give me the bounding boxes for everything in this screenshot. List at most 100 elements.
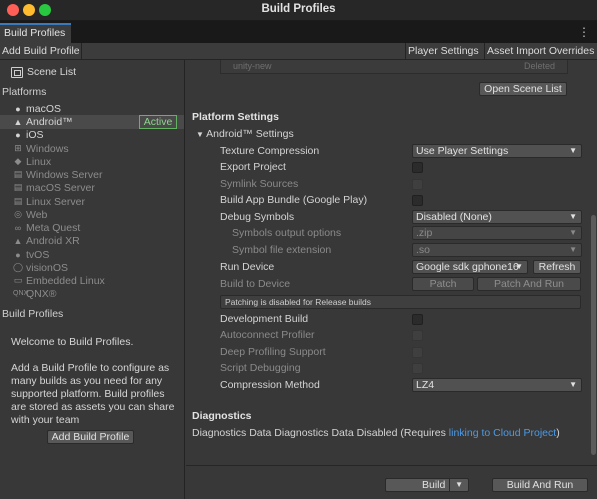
android-settings-foldout[interactable]: ▼ Android™ Settings [196, 128, 294, 140]
texture-compression-label: Texture Compression [220, 145, 320, 157]
build-button-label: Build [422, 479, 446, 491]
platform-macos-server[interactable]: ▤ macOS Server [13, 181, 95, 194]
autoconnect-profiler-checkbox[interactable] [412, 330, 423, 341]
autoconnect-profiler-label: Autoconnect Profiler [220, 329, 315, 341]
platform-web[interactable]: ◎ Web [13, 208, 47, 221]
platform-windows-server[interactable]: ▤ Windows Server [13, 168, 103, 181]
scrollbar-thumb[interactable] [591, 215, 596, 455]
build-button[interactable]: Build ▼ [385, 478, 469, 492]
server-icon: ▤ [13, 182, 23, 192]
platform-macos[interactable]: ● macOS [13, 102, 61, 115]
symbols-output-label: Symbols output options [232, 227, 342, 239]
platform-label: tvOS [26, 248, 50, 261]
platform-label: iOS [26, 128, 44, 141]
add-build-profile-toolbar-button[interactable]: Add Build Profile [0, 43, 82, 60]
run-device-value: Google sdk gphone16 [416, 261, 519, 273]
platform-android-xr[interactable]: ▲ Android XR [13, 234, 80, 247]
player-settings-button[interactable]: Player Settings [405, 43, 485, 60]
platform-label: Web [26, 208, 48, 221]
qnx-icon: QNX [13, 290, 29, 297]
patch-button[interactable]: Patch [412, 277, 474, 291]
active-badge: Active [139, 115, 177, 129]
platform-label: Android™ [26, 115, 73, 128]
build-app-bundle-checkbox[interactable] [412, 195, 423, 206]
apple-icon: ● [15, 249, 21, 260]
apple-icon: ● [15, 103, 21, 114]
platform-tvos[interactable]: ● tvOS [13, 248, 49, 261]
platform-embedded-linux[interactable]: ▭ Embedded Linux [13, 274, 105, 287]
platform-label: QNX® [26, 287, 57, 300]
vertical-scrollbar[interactable] [590, 60, 597, 465]
script-debugging-label: Script Debugging [220, 362, 301, 374]
scene-name: unity-new [233, 61, 272, 71]
platform-ios[interactable]: ● iOS [13, 128, 44, 141]
texture-compression-dropdown[interactable]: Use Player Settings ▼ [412, 144, 582, 158]
symlink-sources-checkbox[interactable] [412, 179, 423, 190]
export-project-checkbox[interactable] [412, 162, 423, 173]
embedded-icon: ▭ [13, 275, 23, 285]
build-to-device-label: Build to Device [220, 278, 291, 290]
platform-linux-server[interactable]: ▤ Linux Server [13, 195, 85, 208]
toolbar: Add Build Profile Player Settings Asset … [0, 43, 597, 60]
platform-linux[interactable]: ◆ Linux [13, 155, 52, 168]
platform-label: macOS Server [26, 181, 95, 194]
server-icon: ▤ [13, 196, 23, 206]
platform-visionos[interactable]: ◯ visionOS [13, 261, 68, 274]
more-options-icon[interactable]: ⋮ [578, 25, 590, 39]
deep-profiling-label: Deep Profiling Support [220, 346, 326, 358]
scene-status: Deleted [523, 61, 555, 71]
deep-profiling-checkbox[interactable] [412, 347, 423, 358]
platform-android[interactable]: ▲ Android™ [13, 115, 73, 128]
platform-label: Linux [26, 155, 52, 168]
symbols-output-dropdown[interactable]: .zip ▼ [412, 226, 582, 240]
compression-method-dropdown[interactable]: LZ4 ▼ [412, 378, 582, 392]
diagnostics-close: ) [556, 427, 560, 439]
dropdown-arrow-icon: ▼ [515, 262, 523, 271]
platforms-header: Platforms [2, 86, 47, 98]
symlink-sources-label: Symlink Sources [220, 178, 299, 190]
windows-icon: ⊞ [14, 143, 22, 153]
script-debugging-checkbox[interactable] [412, 363, 423, 374]
welcome-title: Welcome to Build Profiles. [11, 336, 134, 348]
patching-info-box: Patching is disabled for Release builds [220, 295, 581, 309]
platform-label: Embedded Linux [26, 274, 105, 287]
tab-build-profiles[interactable]: Build Profiles [0, 23, 71, 43]
build-profiles-header: Build Profiles [2, 308, 64, 320]
apple-icon: ● [15, 129, 21, 140]
dropdown-arrow-icon: ▼ [569, 245, 577, 254]
open-scene-list-button[interactable]: Open Scene List [479, 82, 567, 96]
platform-label: Windows Server [26, 168, 103, 181]
meta-icon: ∞ [14, 222, 22, 233]
scene-list-item[interactable]: Scene List [11, 66, 76, 78]
welcome-body: Add a Build Profile to configure as many… [11, 362, 175, 426]
patch-and-run-button[interactable]: Patch And Run [477, 277, 581, 291]
run-device-label: Run Device [220, 261, 275, 273]
refresh-button[interactable]: Refresh [533, 260, 581, 274]
link-cloud-project[interactable]: linking to Cloud Project [449, 427, 556, 439]
symbol-extension-dropdown[interactable]: .so ▼ [412, 243, 582, 257]
scene-list-icon [11, 66, 23, 78]
diagnostics-status: Diagnostics Data Diagnostics Data Disabl… [192, 427, 560, 439]
platform-label: Android XR [26, 234, 80, 247]
platform-meta-quest[interactable]: ∞ Meta Quest [13, 221, 81, 234]
development-build-checkbox[interactable] [412, 314, 423, 325]
asset-import-overrides-button[interactable]: Asset Import Overrides [485, 43, 597, 60]
run-device-dropdown[interactable]: Google sdk gphone16 ▼ [412, 260, 528, 274]
debug-symbols-dropdown[interactable]: Disabled (None) ▼ [412, 210, 582, 224]
window-title: Build Profiles [261, 3, 336, 15]
platform-windows[interactable]: ⊞ Windows [13, 142, 69, 155]
development-build-label: Development Build [220, 313, 309, 325]
compression-method-label: Compression Method [220, 379, 320, 391]
platform-label: Meta Quest [26, 221, 81, 234]
build-and-run-button[interactable]: Build And Run [492, 478, 588, 492]
add-build-profile-button[interactable]: Add Build Profile [47, 430, 134, 444]
symbol-extension-label: Symbol file extension [232, 244, 332, 256]
platform-qnx[interactable]: QNX QNX® [13, 287, 57, 300]
foldout-arrow-icon: ▼ [196, 130, 207, 139]
scene-list-label: Scene List [27, 66, 77, 78]
dropdown-arrow-icon: ▼ [569, 146, 577, 155]
scene-list-row-partial: unity-new Deleted [220, 60, 568, 74]
dropdown-arrow-icon: ▼ [569, 228, 577, 237]
platform-label: Windows [26, 142, 69, 155]
build-options-arrow-icon[interactable]: ▼ [449, 479, 463, 491]
